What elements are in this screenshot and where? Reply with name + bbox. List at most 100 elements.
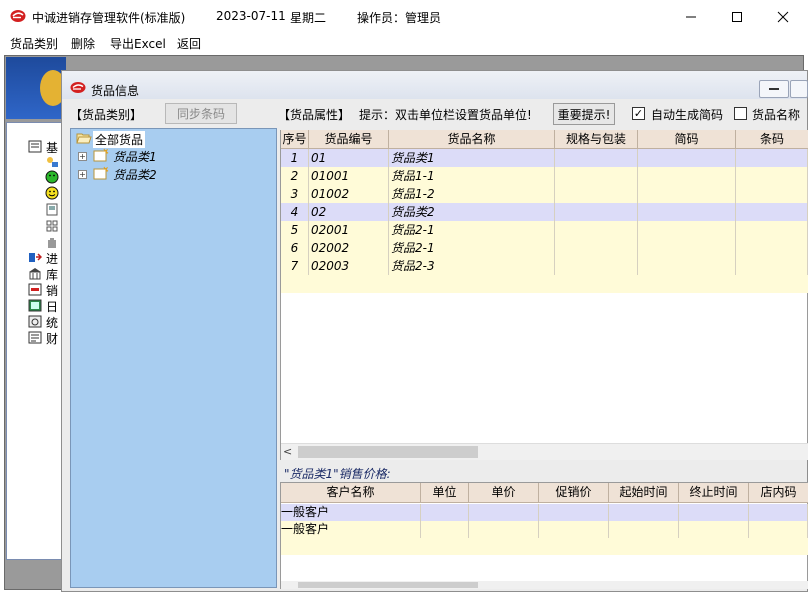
cell-name[interactable]: 货品1-1 [389, 167, 555, 185]
menu-item-export[interactable]: 导出Excel [110, 35, 166, 52]
tree-item-category[interactable]: 货品类2 [113, 166, 157, 183]
price-row[interactable]: 一般客户 [281, 504, 808, 521]
column-header-code[interactable]: 货品编号 [309, 130, 389, 149]
table-row[interactable]: 1 01 货品类1 [281, 149, 808, 167]
tree-expand-icon[interactable]: + [78, 170, 87, 179]
cell-no[interactable]: 1 [281, 149, 309, 167]
scroll-thumb[interactable] [298, 446, 478, 458]
cell-no[interactable]: 2 [281, 167, 309, 185]
cell-code[interactable]: 02002 [309, 239, 389, 257]
cell-code[interactable]: 01002 [309, 185, 389, 203]
menu-item-category[interactable]: 货品类别 [10, 35, 58, 52]
price-header-start[interactable]: 起始时间 [609, 483, 679, 503]
price-header-promo[interactable]: 促销价 [539, 483, 609, 503]
cell-code[interactable]: 02 [309, 203, 389, 221]
cell-code[interactable]: 02003 [309, 257, 389, 275]
price-row[interactable]: 一般客户 [281, 521, 808, 538]
cell-empty[interactable] [609, 521, 679, 538]
column-header-shortcode[interactable]: 简码 [638, 130, 736, 149]
cell-no[interactable]: 4 [281, 203, 309, 221]
sync-barcode-button[interactable]: 同步条码 [165, 103, 237, 124]
cell-empty[interactable] [421, 521, 469, 538]
cell-empty[interactable] [555, 203, 638, 221]
cell-empty[interactable] [421, 504, 469, 521]
menu-item-back[interactable]: 返回 [177, 35, 201, 52]
cell-empty[interactable] [638, 167, 736, 185]
table-row[interactable]: 6 02002 货品2-1 [281, 239, 808, 257]
cell-empty[interactable] [638, 221, 736, 239]
cell-name[interactable]: 货品2-1 [389, 221, 555, 239]
column-header-barcode[interactable]: 条码 [736, 130, 808, 149]
cell-code[interactable]: 01 [309, 149, 389, 167]
cell-empty[interactable] [469, 504, 539, 521]
table-row[interactable]: 3 01002 货品1-2 [281, 185, 808, 203]
cell-name[interactable]: 货品类1 [389, 149, 555, 167]
cell-empty[interactable] [736, 149, 808, 167]
cell-empty[interactable] [736, 167, 808, 185]
child-minimize-button[interactable] [759, 80, 789, 98]
cell-empty[interactable] [555, 239, 638, 257]
cell-empty[interactable] [469, 521, 539, 538]
auto-code-checkbox[interactable]: ✓ [632, 107, 645, 120]
cell-no[interactable]: 5 [281, 221, 309, 239]
cell-empty[interactable] [555, 221, 638, 239]
table-row[interactable]: 5 02001 货品2-1 [281, 221, 808, 239]
menu-item-delete[interactable]: 删除 [71, 35, 95, 52]
cell-empty[interactable] [555, 185, 638, 203]
maximize-button[interactable] [714, 0, 760, 33]
cell-no[interactable]: 7 [281, 257, 309, 275]
tree-expand-icon[interactable]: + [78, 152, 87, 161]
cell-empty[interactable] [555, 257, 638, 275]
empty-row[interactable] [281, 275, 808, 293]
cell-empty[interactable] [555, 167, 638, 185]
cell-empty[interactable] [679, 521, 749, 538]
price-header-price[interactable]: 单价 [469, 483, 539, 503]
cell-empty[interactable] [609, 504, 679, 521]
minimize-button[interactable] [668, 0, 714, 33]
empty-price-row[interactable] [281, 538, 808, 555]
cell-code[interactable]: 01001 [309, 167, 389, 185]
column-header-name[interactable]: 货品名称 [389, 130, 555, 149]
cell-empty[interactable] [638, 239, 736, 257]
table-row[interactable]: 4 02 货品类2 [281, 203, 808, 221]
cell-empty[interactable] [749, 521, 808, 538]
cell-empty[interactable] [749, 504, 808, 521]
cell-empty[interactable] [539, 521, 609, 538]
cell-customer[interactable]: 一般客户 [281, 521, 421, 538]
cell-empty[interactable] [736, 185, 808, 203]
scroll-thumb[interactable] [298, 582, 478, 588]
scroll-left-arrow-icon[interactable]: < [283, 445, 292, 458]
important-notice-button[interactable]: 重要提示! [553, 103, 615, 125]
cell-empty[interactable] [736, 221, 808, 239]
price-header-unit[interactable]: 单位 [421, 483, 469, 503]
column-header-no[interactable]: 序号 [281, 130, 309, 149]
goods-name-checkbox[interactable] [734, 107, 747, 120]
cell-name[interactable]: 货品1-2 [389, 185, 555, 203]
cell-no[interactable]: 6 [281, 239, 309, 257]
price-header-customer[interactable]: 客户名称 [281, 483, 421, 503]
tree-item-category[interactable]: 货品类1 [113, 148, 157, 165]
cell-name[interactable]: 货品2-1 [389, 239, 555, 257]
cell-code[interactable]: 02001 [309, 221, 389, 239]
cell-empty[interactable] [638, 185, 736, 203]
cell-empty[interactable] [638, 203, 736, 221]
close-button[interactable] [760, 0, 806, 33]
cell-no[interactable]: 3 [281, 185, 309, 203]
cell-empty[interactable] [638, 149, 736, 167]
cell-empty[interactable] [539, 504, 609, 521]
cell-empty[interactable] [555, 149, 638, 167]
cell-name[interactable]: 货品2-3 [389, 257, 555, 275]
price-header-store-code[interactable]: 店内码 [749, 483, 808, 503]
tree-item-all-goods[interactable]: 全部货品 [93, 131, 146, 148]
cell-empty[interactable] [638, 257, 736, 275]
child-maximize-button[interactable] [790, 80, 808, 98]
cell-empty[interactable] [736, 257, 808, 275]
table-row[interactable]: 7 02003 货品2-3 [281, 257, 808, 275]
cell-customer[interactable]: 一般客户 [281, 504, 421, 521]
cell-empty[interactable] [736, 239, 808, 257]
column-header-spec[interactable]: 规格与包装 [555, 130, 638, 149]
cell-empty[interactable] [736, 203, 808, 221]
table-row[interactable]: 2 01001 货品1-1 [281, 167, 808, 185]
price-header-end[interactable]: 终止时间 [679, 483, 749, 503]
cell-name[interactable]: 货品类2 [389, 203, 555, 221]
